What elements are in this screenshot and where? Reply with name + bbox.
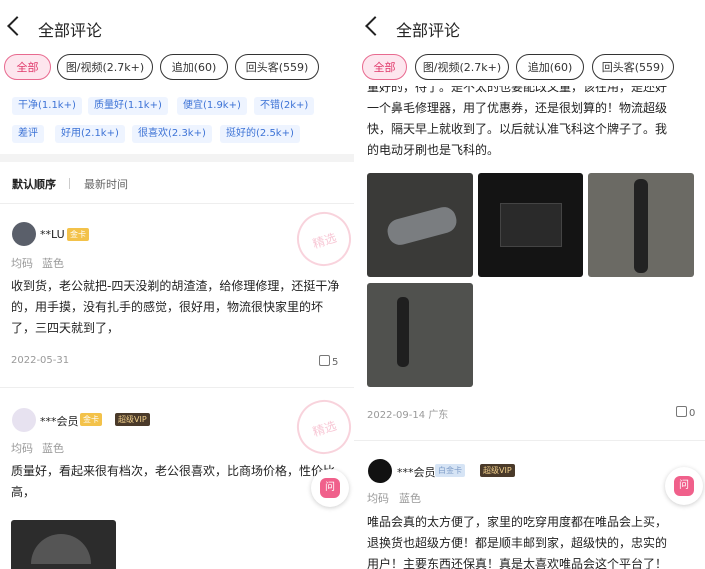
filter-tabs: 全部 图/视频(2.7k+) 追加(60) 回头客(559) bbox=[354, 54, 705, 86]
sort-latest[interactable]: 最新时间 bbox=[84, 176, 128, 192]
header: 全部评论 bbox=[0, 0, 354, 54]
review-photo[interactable] bbox=[588, 173, 694, 277]
like-count: 5 bbox=[332, 357, 339, 368]
review-text: 收到货，老公就把-四天没剃的胡渣渣，给修理修理，还挺干净的，用手摸，没有扎手的感… bbox=[11, 279, 340, 335]
filter-tabs: 全部 图/视频(2.7k+) 追加(60) 回头客(559) bbox=[0, 54, 354, 84]
product-shape bbox=[634, 179, 648, 273]
text-line: 一个鼻毛修理器，用了优惠券，还是很划算的！物流超级 bbox=[367, 101, 668, 115]
spec-size: 均码 bbox=[367, 492, 389, 505]
header: 全部评论 bbox=[354, 0, 705, 54]
location-text: 广东 bbox=[428, 410, 449, 421]
section-divider bbox=[0, 154, 354, 162]
like-button[interactable]: 5 bbox=[319, 355, 338, 368]
like-button[interactable]: 0 bbox=[676, 406, 695, 419]
like-count: 0 bbox=[689, 408, 696, 419]
ask-button[interactable]: 问 bbox=[311, 469, 349, 507]
spec-color: 蓝色 bbox=[42, 257, 64, 270]
divider bbox=[354, 440, 705, 441]
text-line: 的电动牙刷也是飞科的。 bbox=[367, 143, 500, 157]
tag-chip[interactable]: 挺好的(2.5k+) bbox=[220, 125, 300, 143]
back-arrow-icon[interactable] bbox=[7, 16, 27, 36]
spec-size: 均码 bbox=[11, 257, 33, 270]
review-date: 2022-09-14 广东 bbox=[367, 406, 448, 421]
right-screen: 全部评论 全部 图/视频(2.7k+) 追加(60) 回头客(559) 量好的，… bbox=[354, 0, 705, 569]
ask-icon: 问 bbox=[674, 476, 694, 496]
product-box bbox=[500, 203, 562, 247]
gold-card-badge: 金卡 bbox=[80, 413, 102, 426]
tag-chip[interactable]: 便宜(1.9k+) bbox=[177, 97, 247, 115]
username: **LU bbox=[40, 228, 65, 241]
thumbs-up-icon bbox=[676, 406, 687, 417]
text-line: 唯品会真的太方便了，家里的吃穿用度都在唯品会上买， bbox=[367, 515, 668, 529]
product-shape bbox=[31, 534, 91, 564]
tag-chip[interactable]: 差评 bbox=[12, 125, 44, 143]
review-photo[interactable] bbox=[367, 173, 473, 277]
thumbs-up-icon bbox=[319, 355, 330, 366]
ask-button[interactable]: 问 bbox=[665, 467, 703, 505]
username: ***会员 bbox=[397, 466, 436, 479]
tab-append[interactable]: 追加(60) bbox=[516, 54, 584, 80]
spec-color: 蓝色 bbox=[42, 442, 64, 455]
left-screen: 全部评论 全部 图/视频(2.7k+) 追加(60) 回头客(559) 干净(1… bbox=[0, 0, 354, 569]
tab-returning[interactable]: 回头客(559) bbox=[592, 54, 674, 80]
text-line: 快，隔天早上就收到了。以后就认准飞科这个牌子了。我 bbox=[367, 122, 668, 136]
tag-chip[interactable]: 好用(2.1k+) bbox=[55, 125, 125, 143]
featured-stamp: 精选 bbox=[289, 392, 354, 462]
review-text: 量好的，待了。是不太的也要配改又量，该在用，是还好 一个鼻毛修理器，用了优惠券，… bbox=[367, 77, 697, 161]
ask-icon: 问 bbox=[320, 478, 340, 498]
review-date: 2022-05-31 bbox=[11, 355, 70, 366]
tag-chip[interactable]: 干净(1.1k+) bbox=[12, 97, 82, 115]
super-vip-badge: 超级VIP bbox=[480, 464, 515, 477]
text-line: 用户！主要东西还保真！真是太喜欢唯品会这个平台了！ bbox=[367, 557, 668, 569]
tab-returning[interactable]: 回头客(559) bbox=[235, 54, 319, 80]
review-text: 唯品会真的太方便了，家里的吃穿用度都在唯品会上买， 退换货也超级方便！都是顺丰邮… bbox=[367, 512, 697, 569]
tab-all[interactable]: 全部 bbox=[362, 54, 407, 80]
tab-media[interactable]: 图/视频(2.7k+) bbox=[415, 54, 509, 80]
tag-chip[interactable]: 不错(2k+) bbox=[254, 97, 315, 115]
username: ***会员 bbox=[40, 415, 79, 428]
product-shape bbox=[384, 204, 460, 248]
review-text: 质量好，看起来很有档次，老公很喜欢，比商场价格，性价比高， bbox=[11, 464, 336, 499]
back-arrow-icon[interactable] bbox=[365, 16, 385, 36]
review-photo[interactable] bbox=[367, 283, 473, 387]
featured-stamp: 精选 bbox=[289, 204, 354, 274]
spec-color: 蓝色 bbox=[399, 492, 421, 505]
tab-media[interactable]: 图/视频(2.7k+) bbox=[57, 54, 153, 80]
avatar[interactable] bbox=[12, 222, 36, 246]
tab-all[interactable]: 全部 bbox=[4, 54, 51, 80]
super-vip-badge: 超级VIP bbox=[115, 413, 150, 426]
page-title: 全部评论 bbox=[396, 21, 461, 40]
review-photo[interactable] bbox=[478, 173, 583, 277]
avatar[interactable] bbox=[12, 408, 36, 432]
tag-chip[interactable]: 质量好(1.1k+) bbox=[88, 97, 168, 115]
avatar[interactable] bbox=[368, 459, 392, 483]
date-text: 2022-09-14 bbox=[367, 410, 426, 421]
gold-card-badge: 金卡 bbox=[67, 228, 89, 241]
divider bbox=[0, 387, 354, 388]
text-line: 退换货也超级方便！都是顺丰邮到家，超级快的，忠实的 bbox=[367, 536, 668, 550]
review-photo[interactable] bbox=[11, 520, 116, 569]
product-shape bbox=[397, 297, 409, 367]
tab-append[interactable]: 追加(60) bbox=[160, 54, 228, 80]
platinum-card-badge: 白金卡 bbox=[435, 464, 465, 477]
tag-chip[interactable]: 很喜欢(2.3k+) bbox=[132, 125, 212, 143]
sort-default[interactable]: 默认顺序 bbox=[12, 176, 56, 192]
divider bbox=[0, 203, 354, 204]
spec-size: 均码 bbox=[11, 442, 33, 455]
sort-separator bbox=[69, 178, 70, 189]
page-title: 全部评论 bbox=[38, 21, 103, 40]
